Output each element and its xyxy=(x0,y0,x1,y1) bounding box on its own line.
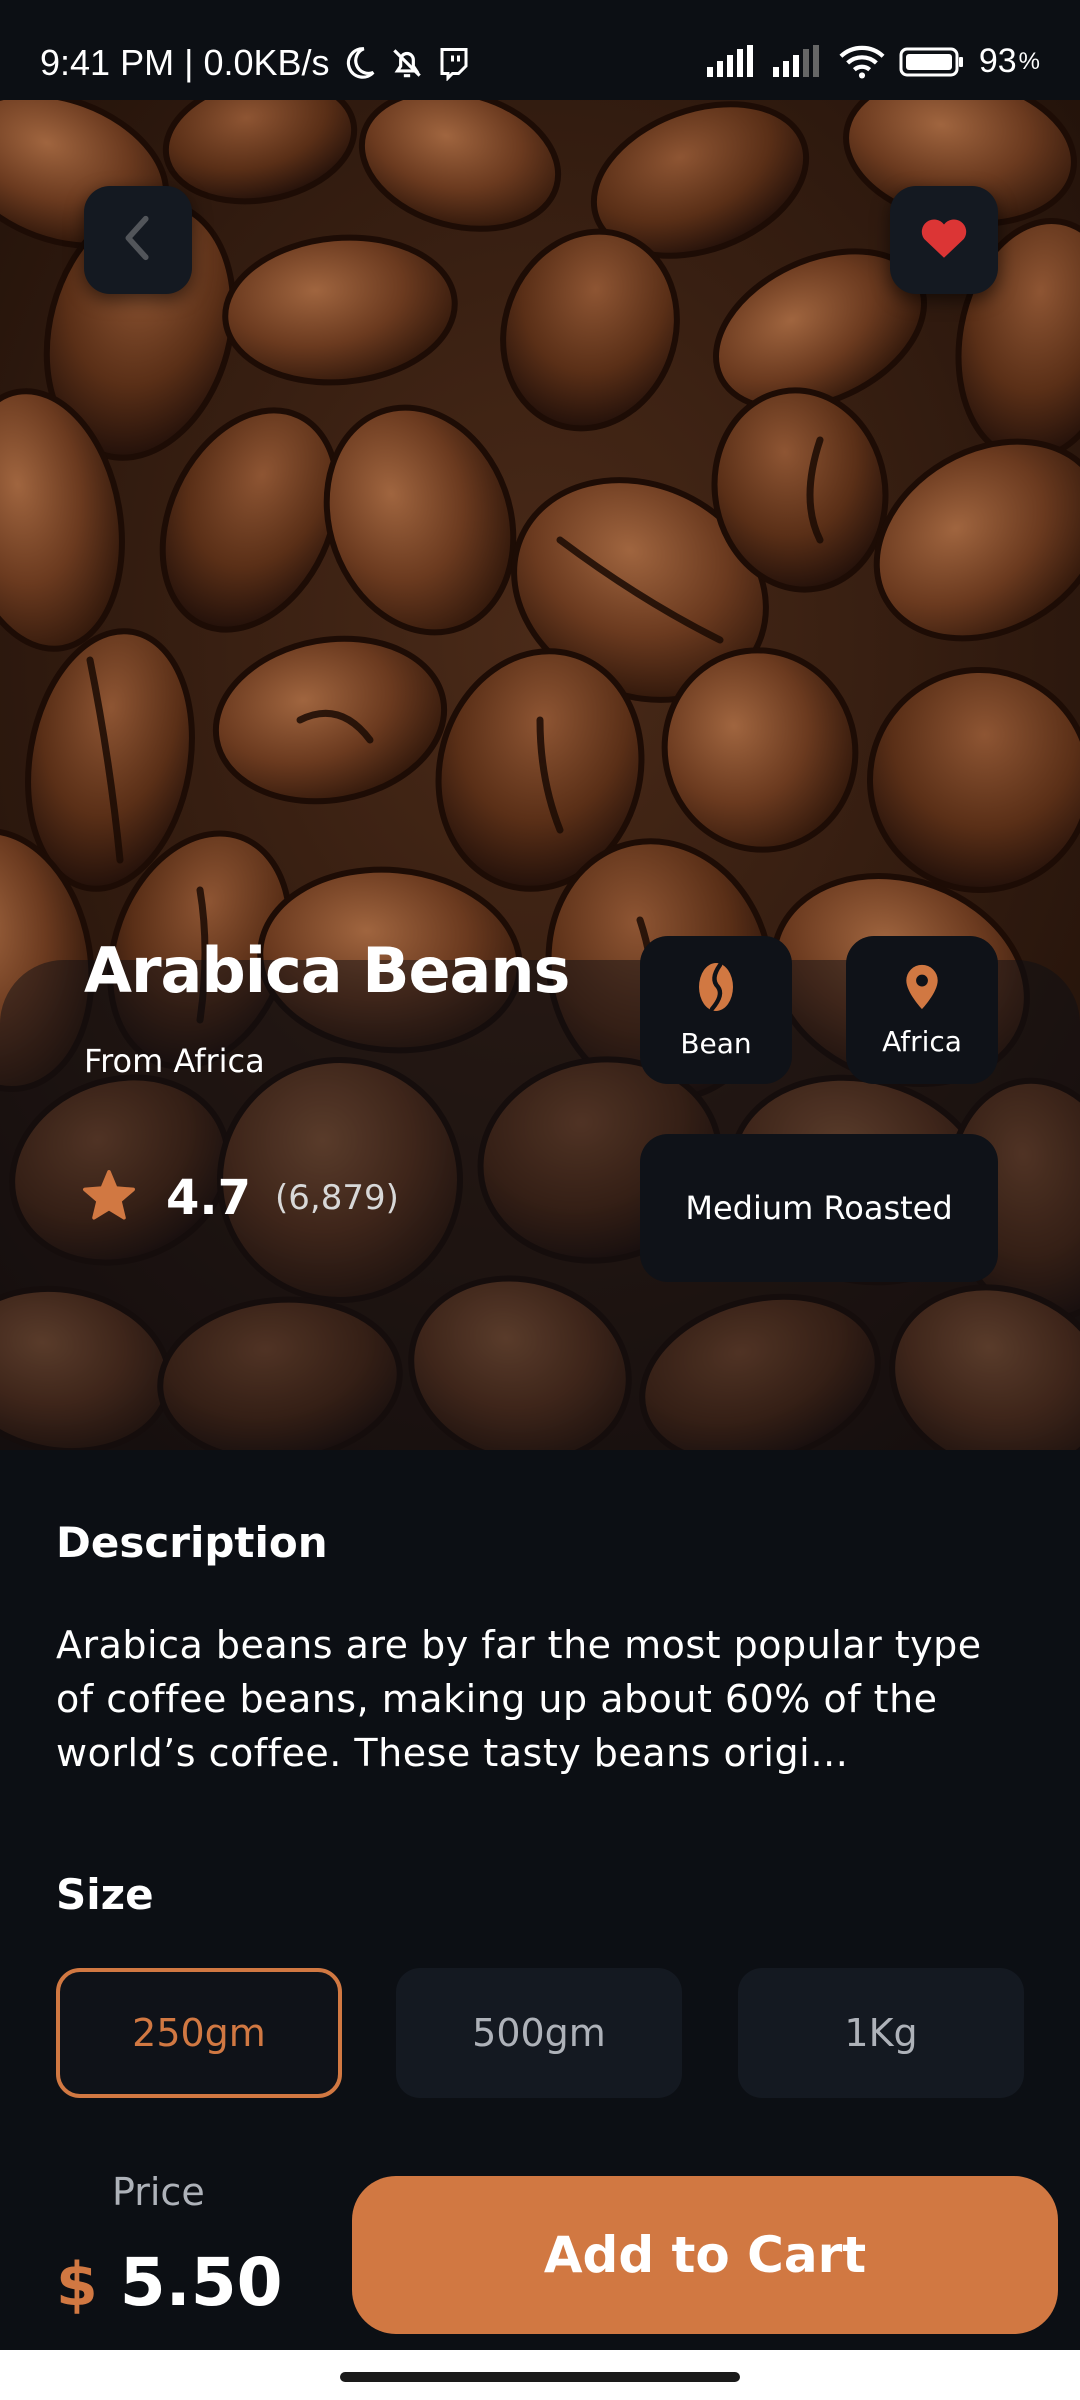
twitch-icon xyxy=(436,45,472,81)
status-separator: | xyxy=(184,42,194,83)
chevron-left-icon xyxy=(118,213,158,267)
home-indicator[interactable] xyxy=(340,2372,740,2382)
rating-row: 4.7 (6,879) xyxy=(80,1168,399,1228)
size-option-500gm[interactable]: 500gm xyxy=(396,1968,682,2098)
bell-off-icon xyxy=(388,44,426,82)
heart-icon xyxy=(919,216,969,264)
product-title: Arabica Beans xyxy=(84,934,570,1007)
battery-level: 93 xyxy=(978,42,1017,80)
status-bar: 9:41 PM | 0.0KB/s 93 % xyxy=(0,0,1080,100)
product-type-chip: Bean xyxy=(640,936,792,1084)
moon-icon xyxy=(340,44,378,82)
status-time: 9:41 PM xyxy=(40,42,175,83)
signal-2-icon xyxy=(772,44,825,79)
back-button[interactable] xyxy=(84,186,192,294)
location-pin-icon xyxy=(903,963,941,1015)
price-currency: $ xyxy=(56,2250,98,2320)
roast-level-chip: Medium Roasted xyxy=(640,1134,998,1282)
add-to-cart-button[interactable]: Add to Cart xyxy=(352,2176,1058,2334)
rating-count: (6,879) xyxy=(275,1178,399,1218)
size-heading: Size xyxy=(56,1870,154,1919)
system-navigation-bar xyxy=(0,2350,1080,2400)
status-network-speed: 0.0KB/s xyxy=(203,42,330,83)
size-option-250gm[interactable]: 250gm xyxy=(56,1968,342,2098)
battery-icon xyxy=(899,45,965,79)
roast-level-label: Medium Roasted xyxy=(685,1189,953,1227)
status-left: 9:41 PM | 0.0KB/s xyxy=(40,42,472,84)
status-right: 93% xyxy=(706,42,1040,81)
coffee-bean-icon xyxy=(695,961,737,1017)
rating-value: 4.7 xyxy=(166,1170,252,1226)
product-location-chip: Africa xyxy=(846,936,998,1084)
signal-icon xyxy=(706,44,759,79)
description-text[interactable]: Arabica beans are by far the most popula… xyxy=(56,1618,1016,1780)
favorite-button[interactable] xyxy=(890,186,998,294)
wifi-icon xyxy=(839,44,885,80)
product-type-label: Bean xyxy=(680,1026,752,1060)
star-icon xyxy=(80,1168,138,1228)
price-label: Price xyxy=(112,2170,205,2214)
product-origin: From Africa xyxy=(84,1042,265,1080)
price-value: 5.50 xyxy=(119,2244,283,2321)
description-heading: Description xyxy=(56,1518,328,1567)
size-option-1kg[interactable]: 1Kg xyxy=(738,1968,1024,2098)
product-location-label: Africa xyxy=(882,1024,962,1058)
battery-unit: % xyxy=(1018,47,1040,75)
price-row: $ 5.50 xyxy=(56,2244,283,2321)
